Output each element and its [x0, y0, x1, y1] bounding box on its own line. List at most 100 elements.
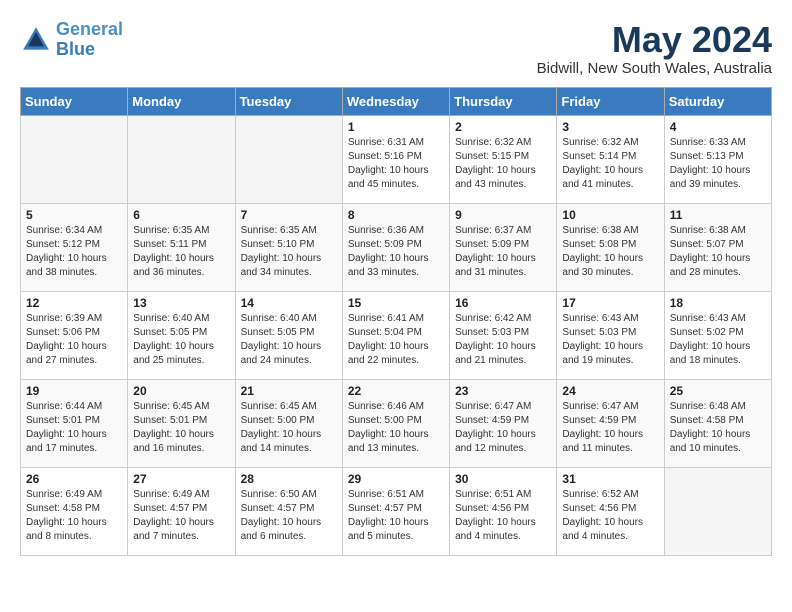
day-info: Sunrise: 6:32 AM Sunset: 5:15 PM Dayligh…: [455, 136, 551, 192]
day-info: Sunrise: 6:47 AM Sunset: 4:59 PM Dayligh…: [562, 400, 658, 456]
day-number: 16: [455, 296, 551, 310]
day-number: 26: [26, 472, 122, 486]
day-info: Sunrise: 6:32 AM Sunset: 5:14 PM Dayligh…: [562, 136, 658, 192]
calendar-cell: 13 Sunrise: 6:40 AM Sunset: 5:05 PM Dayli…: [128, 291, 235, 379]
day-number: 7: [241, 208, 337, 222]
calendar-cell: 10 Sunrise: 6:38 AM Sunset: 5:08 PM Dayli…: [557, 203, 664, 291]
day-info: Sunrise: 6:33 AM Sunset: 5:13 PM Dayligh…: [670, 136, 766, 192]
calendar-cell: 20 Sunrise: 6:45 AM Sunset: 5:01 PM Dayli…: [128, 379, 235, 467]
calendar-cell: 19 Sunrise: 6:44 AM Sunset: 5:01 PM Dayli…: [21, 379, 128, 467]
title-block: May 2024 Bidwill, New South Wales, Austr…: [537, 20, 772, 77]
day-info: Sunrise: 6:47 AM Sunset: 4:59 PM Dayligh…: [455, 400, 551, 456]
logo: General Blue: [20, 20, 123, 60]
day-number: 8: [348, 208, 444, 222]
page-header: General Blue May 2024 Bidwill, New South…: [20, 20, 772, 77]
calendar-cell: 17Sunrise: 6:43 AM Sunset: 5:03 PM Dayli…: [557, 291, 664, 379]
day-number: 5: [26, 208, 122, 222]
day-info: Sunrise: 6:40 AM Sunset: 5:05 PM Dayligh…: [241, 312, 337, 368]
calendar-cell: 3 Sunrise: 6:32 AM Sunset: 5:14 PM Daylig…: [557, 115, 664, 203]
day-info: Sunrise: 6:46 AM Sunset: 5:00 PM Dayligh…: [348, 400, 444, 456]
calendar-cell: 23 Sunrise: 6:47 AM Sunset: 4:59 PM Dayli…: [450, 379, 557, 467]
day-number: 10: [562, 208, 658, 222]
day-number: 15: [348, 296, 444, 310]
day-number: 20: [133, 384, 229, 398]
day-info: Sunrise: 6:42 AM Sunset: 5:03 PM Dayligh…: [455, 312, 551, 368]
day-number: 24: [562, 384, 658, 398]
day-number: 9: [455, 208, 551, 222]
calendar-cell: 31 Sunrise: 6:52 AM Sunset: 4:56 PM Dayli…: [557, 467, 664, 555]
day-number: 17: [562, 296, 658, 310]
header-row: SundayMondayTuesdayWednesdayThursdayFrid…: [21, 87, 772, 115]
day-number: 28: [241, 472, 337, 486]
calendar-cell: 5 Sunrise: 6:34 AM Sunset: 5:12 PM Daylig…: [21, 203, 128, 291]
day-info: Sunrise: 6:51 AM Sunset: 4:57 PM Dayligh…: [348, 488, 444, 544]
week-row-4: 19 Sunrise: 6:44 AM Sunset: 5:01 PM Dayli…: [21, 379, 772, 467]
calendar-cell: 24 Sunrise: 6:47 AM Sunset: 4:59 PM Dayli…: [557, 379, 664, 467]
calendar-table: SundayMondayTuesdayWednesdayThursdayFrid…: [20, 87, 772, 556]
calendar-cell: [235, 115, 342, 203]
calendar-cell: 26 Sunrise: 6:49 AM Sunset: 4:58 PM Dayli…: [21, 467, 128, 555]
week-row-2: 5 Sunrise: 6:34 AM Sunset: 5:12 PM Daylig…: [21, 203, 772, 291]
day-info: Sunrise: 6:43 AM Sunset: 5:02 PM Dayligh…: [670, 312, 766, 368]
day-number: 19: [26, 384, 122, 398]
calendar-cell: 27 Sunrise: 6:49 AM Sunset: 4:57 PM Dayli…: [128, 467, 235, 555]
day-info: Sunrise: 6:34 AM Sunset: 5:12 PM Dayligh…: [26, 224, 122, 280]
day-number: 27: [133, 472, 229, 486]
day-number: 30: [455, 472, 551, 486]
day-number: 31: [562, 472, 658, 486]
calendar-cell: 12 Sunrise: 6:39 AM Sunset: 5:06 PM Dayli…: [21, 291, 128, 379]
week-row-5: 26 Sunrise: 6:49 AM Sunset: 4:58 PM Dayli…: [21, 467, 772, 555]
day-info: Sunrise: 6:49 AM Sunset: 4:57 PM Dayligh…: [133, 488, 229, 544]
day-info: Sunrise: 6:35 AM Sunset: 5:10 PM Dayligh…: [241, 224, 337, 280]
day-info: Sunrise: 6:52 AM Sunset: 4:56 PM Dayligh…: [562, 488, 658, 544]
week-row-1: 1 Sunrise: 6:31 AM Sunset: 5:16 PM Daylig…: [21, 115, 772, 203]
day-info: Sunrise: 6:38 AM Sunset: 5:08 PM Dayligh…: [562, 224, 658, 280]
calendar-cell: 21 Sunrise: 6:45 AM Sunset: 5:00 PM Dayli…: [235, 379, 342, 467]
header-day-monday: Monday: [128, 87, 235, 115]
day-number: 1: [348, 120, 444, 134]
day-number: 2: [455, 120, 551, 134]
day-number: 18: [670, 296, 766, 310]
calendar-cell: 4 Sunrise: 6:33 AM Sunset: 5:13 PM Daylig…: [664, 115, 771, 203]
calendar-cell: 8 Sunrise: 6:36 AM Sunset: 5:09 PM Daylig…: [342, 203, 449, 291]
logo-icon: [20, 24, 52, 56]
day-info: Sunrise: 6:40 AM Sunset: 5:05 PM Dayligh…: [133, 312, 229, 368]
day-number: 4: [670, 120, 766, 134]
calendar-cell: 11Sunrise: 6:38 AM Sunset: 5:07 PM Dayli…: [664, 203, 771, 291]
calendar-cell: 25Sunrise: 6:48 AM Sunset: 4:58 PM Dayli…: [664, 379, 771, 467]
calendar-cell: [21, 115, 128, 203]
day-number: 12: [26, 296, 122, 310]
calendar-cell: 6Sunrise: 6:35 AM Sunset: 5:11 PM Daylig…: [128, 203, 235, 291]
calendar-cell: 1 Sunrise: 6:31 AM Sunset: 5:16 PM Daylig…: [342, 115, 449, 203]
calendar-cell: [664, 467, 771, 555]
header-day-wednesday: Wednesday: [342, 87, 449, 115]
calendar-cell: 22 Sunrise: 6:46 AM Sunset: 5:00 PM Dayli…: [342, 379, 449, 467]
day-info: Sunrise: 6:45 AM Sunset: 5:01 PM Dayligh…: [133, 400, 229, 456]
calendar-cell: 28Sunrise: 6:50 AM Sunset: 4:57 PM Dayli…: [235, 467, 342, 555]
calendar-cell: 14 Sunrise: 6:40 AM Sunset: 5:05 PM Dayli…: [235, 291, 342, 379]
day-info: Sunrise: 6:44 AM Sunset: 5:01 PM Dayligh…: [26, 400, 122, 456]
calendar-cell: 9Sunrise: 6:37 AM Sunset: 5:09 PM Daylig…: [450, 203, 557, 291]
day-number: 23: [455, 384, 551, 398]
day-number: 29: [348, 472, 444, 486]
calendar-cell: 18 Sunrise: 6:43 AM Sunset: 5:02 PM Dayli…: [664, 291, 771, 379]
day-info: Sunrise: 6:38 AM Sunset: 5:07 PM Dayligh…: [670, 224, 766, 280]
day-number: 21: [241, 384, 337, 398]
day-number: 13: [133, 296, 229, 310]
day-number: 22: [348, 384, 444, 398]
header-day-saturday: Saturday: [664, 87, 771, 115]
day-number: 14: [241, 296, 337, 310]
day-info: Sunrise: 6:45 AM Sunset: 5:00 PM Dayligh…: [241, 400, 337, 456]
calendar-cell: 16 Sunrise: 6:42 AM Sunset: 5:03 PM Dayli…: [450, 291, 557, 379]
header-day-thursday: Thursday: [450, 87, 557, 115]
day-number: 3: [562, 120, 658, 134]
day-number: 25: [670, 384, 766, 398]
calendar-cell: [128, 115, 235, 203]
day-info: Sunrise: 6:31 AM Sunset: 5:16 PM Dayligh…: [348, 136, 444, 192]
day-info: Sunrise: 6:39 AM Sunset: 5:06 PM Dayligh…: [26, 312, 122, 368]
day-info: Sunrise: 6:49 AM Sunset: 4:58 PM Dayligh…: [26, 488, 122, 544]
calendar-cell: 15Sunrise: 6:41 AM Sunset: 5:04 PM Dayli…: [342, 291, 449, 379]
day-number: 6: [133, 208, 229, 222]
day-info: Sunrise: 6:36 AM Sunset: 5:09 PM Dayligh…: [348, 224, 444, 280]
week-row-3: 12 Sunrise: 6:39 AM Sunset: 5:06 PM Dayli…: [21, 291, 772, 379]
